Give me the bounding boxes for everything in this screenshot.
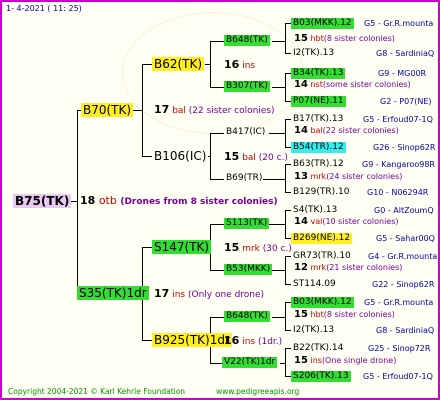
dam-note: (Only one drone) (187, 290, 265, 300)
gg-queen-14[interactable]: B22(TK).14 (291, 343, 345, 354)
g-queen-1[interactable]: B307(TK) (224, 81, 270, 92)
g-queen-3[interactable]: B69(TR) (224, 173, 264, 184)
root-note: (Drones from 8 sister colonies) (120, 197, 278, 207)
dam-num: 17 (154, 287, 170, 300)
website-link[interactable]: www.pedigreeapis.org (216, 388, 299, 396)
gg-ref-2: G9 - MG00R (378, 69, 427, 78)
g-info-0: 15 hbt(8 sister colonies) (294, 33, 395, 44)
sire-info: 17 bal (22 sister colonies) (154, 104, 275, 116)
gg-ref-7: G10 - N06294R (367, 188, 429, 197)
sire-num: 17 (154, 103, 170, 116)
gg-queen-3[interactable]: P07(NE).11 (291, 96, 346, 107)
gg-queen-5[interactable]: B54(TR).12 (291, 142, 346, 153)
gg-ref-12: G5 - Gr.R.mounta (364, 298, 434, 307)
gg-queen-9[interactable]: B269(NE).12 (291, 233, 353, 244)
gg-queen-0[interactable]: B03(MKK).12 (291, 18, 354, 29)
ds-code: mrk (242, 244, 260, 254)
sd-note: (20 c.) (258, 153, 288, 163)
ss-code: ins (242, 61, 256, 71)
gg-ref-5: G26 - Sinop62R (373, 143, 436, 152)
sd-code: bal (242, 153, 256, 163)
root-num: 18 (80, 194, 96, 207)
gg-ref-11: G22 - Sinop62R (372, 280, 435, 289)
g-info-1: 14 nst(some sister colonies) (294, 79, 411, 90)
gg-queen-6[interactable]: B63(TR).12 (291, 159, 346, 170)
pedigree-frame: 1- 4-2021 ( 11: 25) B75(TK) 18 otb (Dron… (0, 0, 440, 400)
g-info-6: 15 hbt(8 sister colonies) (294, 309, 395, 320)
gg-queen-10[interactable]: GR73(TR).10 (291, 251, 353, 262)
dam-queen[interactable]: S35(TK)1dr (77, 286, 149, 300)
gg-queen-11[interactable]: ST114.09 (291, 279, 338, 290)
dd-num: 16 (224, 334, 240, 347)
dd-note: (1dr.) (257, 337, 283, 347)
ds-num: 15 (224, 241, 240, 254)
gg-queen-1[interactable]: I2(TK).13 (291, 48, 336, 59)
ss-queen[interactable]: B62(TK) (152, 57, 205, 71)
gg-ref-10: G4 - Gr.R.mounta (368, 252, 438, 261)
ds-info: 15 mrk (30 c.) (224, 242, 292, 254)
root-info: 18 otb (Drones from 8 sister colonies) (80, 195, 278, 207)
root-code: otb (98, 194, 117, 207)
g-info-7: 15 ins(One single drone) (294, 355, 397, 366)
gg-queen-13[interactable]: I2(TK).13 (291, 325, 336, 336)
gg-ref-4: G5 - Erfoud07-1Q (363, 115, 433, 124)
gg-queen-4[interactable]: B17(TK).13 (291, 114, 345, 125)
gg-ref-3: G2 - P07(NE) (380, 97, 432, 106)
dd-info: 16 ins (1dr.) (224, 335, 282, 347)
gg-queen-8[interactable]: S4(TK).13 (291, 205, 339, 216)
dam-code: ins (172, 290, 186, 300)
gg-ref-1: G8 - SardiniaQ (376, 49, 435, 58)
gg-ref-6: G9 - Kangaroo98R (362, 160, 435, 169)
dd-queen[interactable]: B925(TK)1dr (152, 333, 232, 347)
g-info-2: 14 bal(22 sister colonies) (294, 125, 399, 136)
g-queen-5[interactable]: B53(MKK) (224, 264, 273, 275)
gg-ref-9: G5 - Sahar00Q (376, 234, 435, 243)
sd-num: 15 (224, 150, 240, 163)
g-queen-6[interactable]: B648(TK) (224, 311, 270, 322)
g-queen-2[interactable]: B417(IC) (224, 127, 267, 138)
gg-ref-13: G8 - SardiniaQ (376, 326, 435, 335)
g-info-5: 12 mrk(21 sister colonies) (294, 262, 403, 273)
sire-note: (22 sister colonies) (188, 106, 275, 116)
gg-ref-0: G5 - Gr.R.mounta (364, 19, 434, 28)
date-line: 1- 4-2021 ( 11: 25) (6, 4, 82, 13)
ss-num: 16 (224, 58, 240, 71)
ds-note: (30 c.) (262, 244, 292, 254)
ds-queen[interactable]: S147(TK) (152, 240, 212, 254)
sire-code: bal (172, 106, 186, 116)
root-queen[interactable]: B75(TK) (13, 194, 72, 208)
gg-ref-8: G0 - AltZoumQ (374, 206, 434, 215)
g-queen-0[interactable]: B648(TK) (224, 35, 270, 46)
gg-ref-14: G25 - Sinop72R (368, 344, 431, 353)
gg-ref-15: G5 - Erfoud07-1Q (363, 372, 433, 381)
g-info-3: 13 mrk(24 sister colonies) (294, 171, 403, 182)
sd-info: 15 bal (20 c.) (224, 151, 288, 163)
gg-queen-7[interactable]: B129(TR).10 (291, 187, 351, 198)
g-queen-4[interactable]: S113(TK) (224, 218, 270, 229)
g-queen-7[interactable]: V22(TK)1dr (222, 357, 278, 368)
gg-queen-2[interactable]: B34(TK).13 (291, 68, 346, 79)
dd-code: ins (242, 337, 256, 347)
dam-info: 17 ins (Only one drone) (154, 288, 264, 300)
g-info-4: 14 val(10 sister colonies) (294, 216, 399, 227)
ss-info: 16 ins (224, 59, 255, 71)
gg-queen-12[interactable]: B03(MKK).12 (291, 297, 354, 308)
gg-queen-15[interactable]: S206(TK).13 (291, 371, 351, 382)
sire-queen[interactable]: B70(TK) (81, 103, 134, 117)
sd-queen[interactable]: B106(IC) (152, 149, 208, 163)
copyright: Copyright 2004-2021 © Karl Kehrle Founda… (8, 387, 186, 396)
